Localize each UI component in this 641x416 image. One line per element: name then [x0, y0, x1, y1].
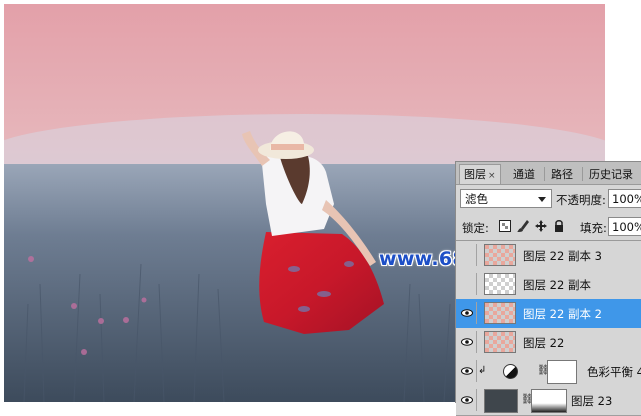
adjustment-layer-icon — [503, 364, 518, 379]
layer-name: 图层 22 — [523, 336, 565, 350]
lock-row: 锁定: 填充: 100% — [456, 214, 641, 241]
fill-field[interactable]: 100% — [608, 217, 641, 236]
blend-mode-select[interactable]: 滤色 — [460, 189, 552, 208]
opacity-label: 不透明度: — [556, 193, 606, 207]
layer-thumbnail — [484, 302, 516, 324]
visibility-toggle[interactable] — [458, 360, 477, 382]
layer-name: 图层 22 副本 2 — [523, 307, 602, 321]
tab-channels[interactable]: 通道 — [509, 165, 539, 184]
visibility-toggle[interactable] — [458, 244, 477, 266]
layer-name: 图层 23 — [571, 394, 613, 408]
eye-icon — [461, 396, 473, 404]
eye-icon — [461, 338, 473, 346]
layer-thumbnail — [484, 389, 518, 413]
layer-row[interactable]: ↲ ⛓ 色彩平衡 4 — [456, 357, 641, 387]
lock-label: 锁定: — [462, 221, 489, 235]
brush-icon[interactable] — [516, 219, 530, 233]
move-icon[interactable] — [534, 219, 548, 233]
visibility-toggle[interactable] — [458, 273, 477, 295]
blend-mode-value: 滤色 — [465, 192, 488, 206]
layer-thumbnail — [484, 331, 516, 353]
layer-row[interactable]: ⛓ 图层 23 — [456, 386, 641, 416]
visibility-toggle[interactable] — [458, 389, 477, 411]
visibility-toggle[interactable] — [458, 331, 477, 353]
layer-mask-thumbnail — [547, 360, 577, 384]
tab-history[interactable]: 历史记录 — [585, 165, 637, 184]
layer-row[interactable]: 图层 22 副本 — [456, 270, 641, 300]
close-icon[interactable]: × — [488, 171, 496, 181]
tab-divider — [544, 167, 545, 181]
blend-row: 滤色 不透明度: 100% — [456, 186, 641, 212]
layer-name: 图层 22 副本 3 — [523, 249, 602, 263]
fill-label: 填充: — [580, 221, 607, 235]
layer-row[interactable]: 图层 22 副本 2 — [456, 299, 641, 329]
layer-name: 色彩平衡 4 — [587, 365, 641, 379]
panel-tab-bar: 图层 × 通道 路径 历史记录 — [456, 162, 641, 185]
lock-all-icon[interactable] — [552, 219, 566, 233]
visibility-toggle[interactable] — [458, 302, 477, 324]
layer-name: 图层 22 副本 — [523, 278, 591, 292]
lock-transparent-icon[interactable] — [498, 219, 512, 233]
tab-layers-label: 图层 — [464, 168, 486, 181]
layer-mask-thumbnail — [531, 389, 567, 413]
layer-row[interactable]: 图层 22 — [456, 328, 641, 358]
opacity-field[interactable]: 100% — [608, 189, 641, 208]
tab-divider — [582, 167, 583, 181]
clipping-arrow-icon: ↲ — [478, 365, 487, 376]
layers-panel: 图层× 通道 路径 历史记录 滤色 不透明度: 100% 锁定: 填充: 100… — [455, 161, 641, 416]
layer-row[interactable]: 图层 22 副本 3 — [456, 241, 641, 271]
chevron-down-icon — [538, 197, 546, 202]
layer-thumbnail — [484, 273, 516, 295]
tab-paths[interactable]: 路径 — [547, 165, 577, 184]
layer-thumbnail — [484, 244, 516, 266]
eye-icon — [461, 367, 473, 375]
tab-layers[interactable]: 图层 × — [459, 164, 501, 184]
eye-icon — [461, 309, 473, 317]
